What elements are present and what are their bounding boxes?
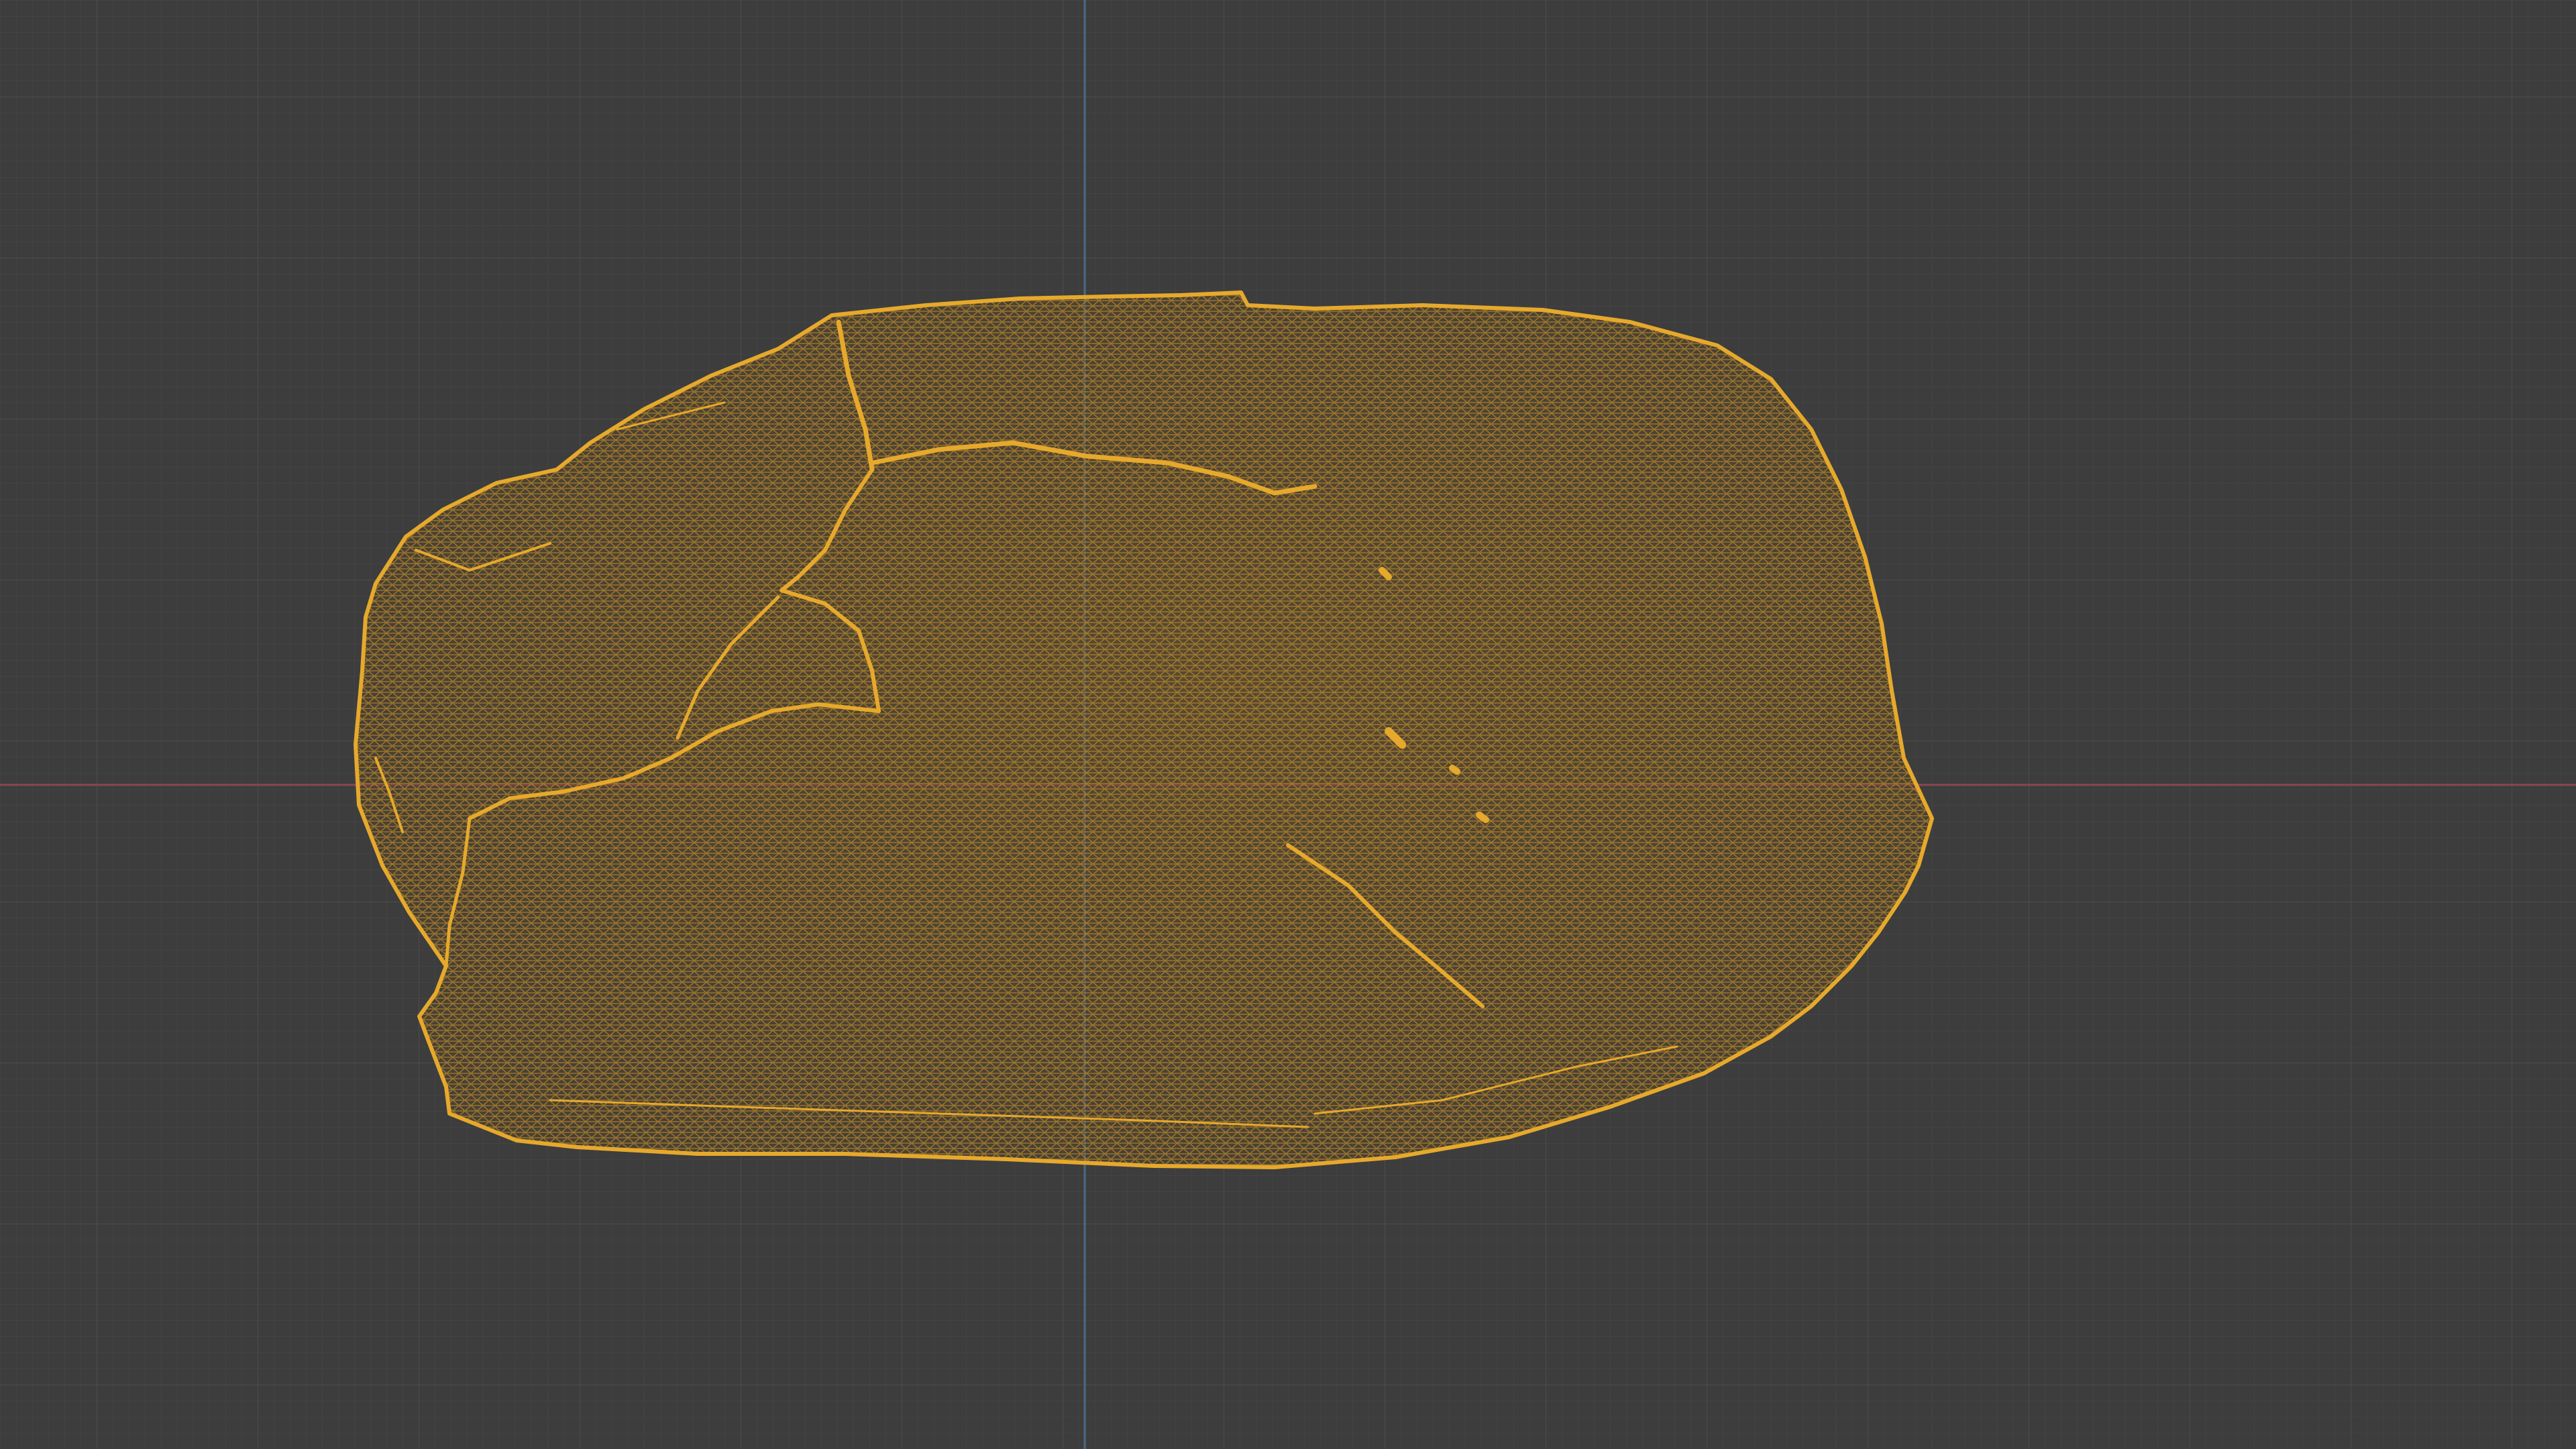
rock-ridge-line — [1379, 567, 1392, 580]
viewport-canvas[interactable] — [0, 0, 2576, 1449]
rock-ridge-line — [1449, 765, 1460, 775]
3d-viewport[interactable] — [0, 0, 2576, 1449]
rock-ridge-line — [1476, 812, 1489, 823]
